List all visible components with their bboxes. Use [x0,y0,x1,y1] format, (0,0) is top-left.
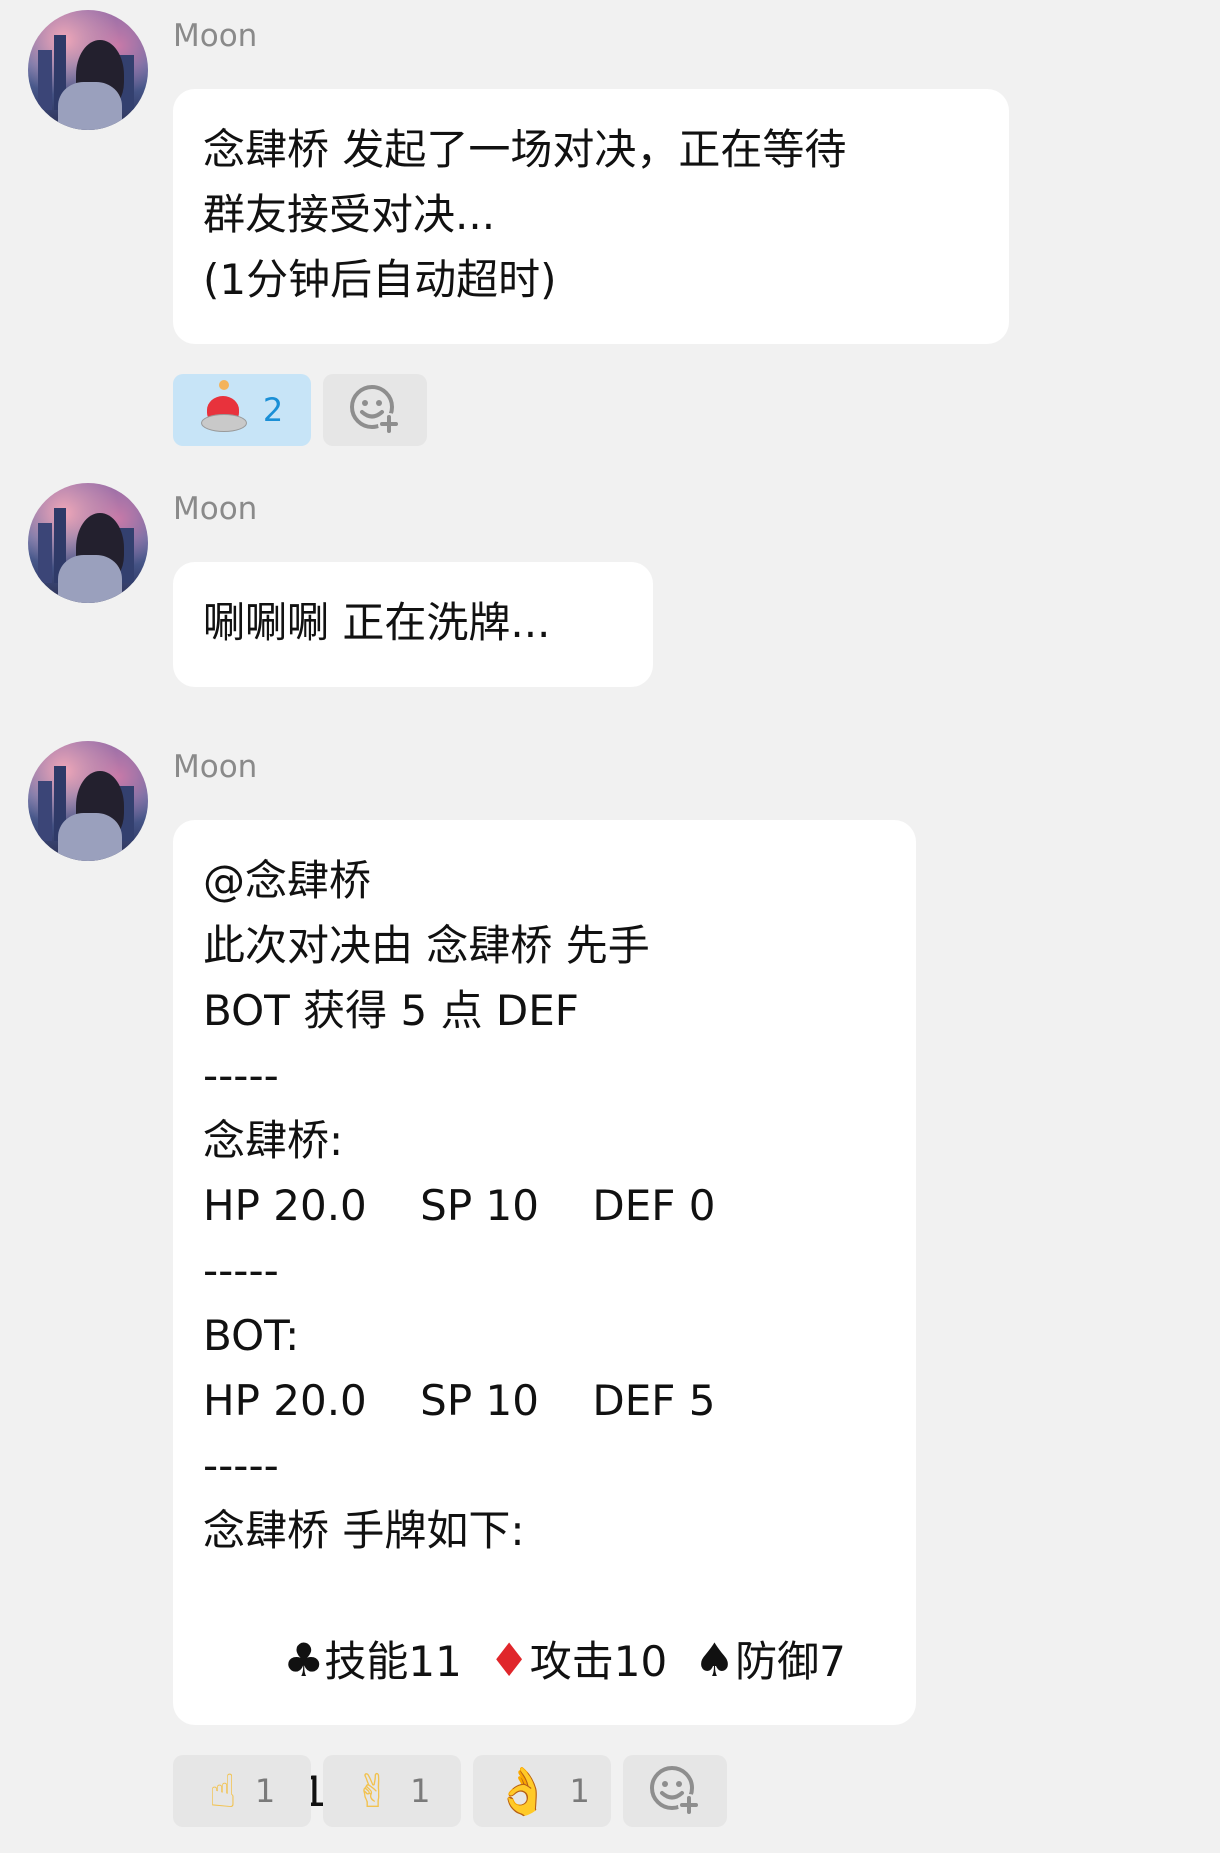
player-name-line: 念肆桥: [203,1116,344,1165]
bot-name-line: BOT: [203,1311,300,1360]
sender-name: Moon [173,491,258,527]
divider-line: ----- [203,1051,279,1100]
reaction-red-button[interactable]: 2 [173,374,311,446]
avatar[interactable] [28,483,148,603]
hand-cards-line: ♣技能11 ♦攻击10 ♠防御7 [203,1563,886,1759]
message-line: BOT 获得 5 点 DEF [203,986,579,1035]
divider-line: ----- [203,1246,279,1295]
sender-name: Moon [173,749,258,785]
avatar[interactable] [28,10,148,130]
add-reaction-button[interactable] [623,1755,727,1827]
message-line: 念肆桥 发起了一场对决，正在等待 [203,125,847,174]
reaction-count: 1 [254,1772,276,1810]
message-bubble[interactable]: 念肆桥 发起了一场对决，正在等待 群友接受对决... (1分钟后自动超时) [173,89,1009,344]
message-line: 群友接受对决... [203,190,496,239]
player-stats-line: HP 20.0 SP 10 DEF 0 [203,1181,716,1230]
reaction-victory[interactable]: ✌ 1 [323,1755,461,1827]
victory-hand-emoji: ✌ [353,1764,393,1818]
ok-hand-emoji: 👌 [494,1764,552,1818]
reaction-count: 1 [569,1772,590,1810]
reaction-count: 2 [262,391,284,429]
diamond-icon: ♦ [488,1633,530,1687]
add-reaction-button[interactable] [323,374,427,446]
card-label: 防御7 [735,1637,846,1686]
message-bubble[interactable]: @念肆桥 此次对决由 念肆桥 先手 BOT 获得 5 点 DEF ----- 念… [173,820,916,1816]
bot-stats-line: HP 20.0 SP 10 DEF 5 [203,1376,716,1425]
point-up-hand-emoji: ☝ [208,1764,237,1818]
message-bubble[interactable]: 唰唰唰 正在洗牌... [173,562,653,687]
hand-title-line: 念肆桥 手牌如下: [203,1506,525,1555]
club-icon: ♣ [283,1633,325,1687]
message-line: 唰唰唰 正在洗牌... [203,598,551,647]
reaction-point-up[interactable]: ☝ 1 [173,1755,311,1827]
spade-icon: ♠ [693,1633,736,1687]
mention-line: @念肆桥 [203,856,372,905]
card-label: 技能11 [324,1637,462,1686]
avatar[interactable] [28,741,148,861]
message-line: 此次对决由 念肆桥 先手 [203,921,650,970]
divider-line: ----- [203,1441,279,1490]
reaction-ok-hand[interactable]: 👌 1 [473,1755,611,1827]
add-reaction-icon [650,1766,700,1816]
red-button-emoji [200,380,247,432]
sender-name: Moon [173,18,258,54]
message-line: (1分钟后自动超时) [203,255,557,304]
reaction-count: 1 [410,1772,431,1810]
add-reaction-icon [350,385,400,435]
card-label: 攻击10 [529,1637,668,1686]
